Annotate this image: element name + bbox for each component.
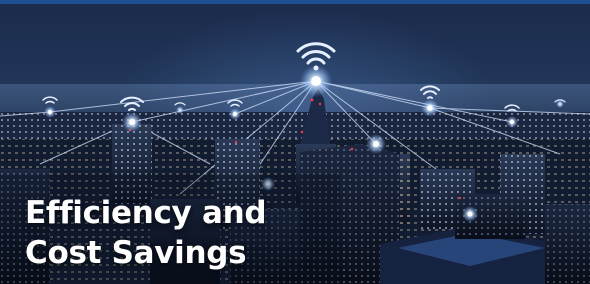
hero-card: Efficiency and Cost Savings (0, 0, 590, 284)
headline-line-1: Efficiency and (25, 195, 267, 231)
headline-line-2: Cost Savings (25, 235, 247, 271)
headline: Efficiency and Cost Savings (25, 193, 345, 273)
wifi-signal-icon (296, 42, 336, 71)
